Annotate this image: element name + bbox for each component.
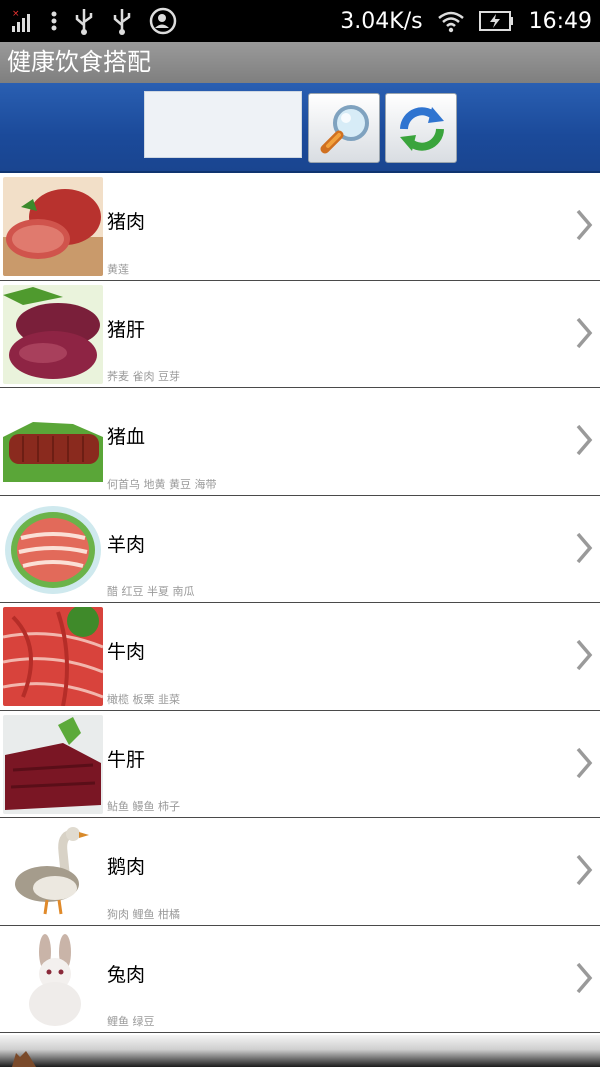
food-name: 兔肉 [107, 963, 146, 986]
clock: 16:49 [528, 8, 592, 34]
partial-food-image [12, 1051, 36, 1067]
refresh-button[interactable] [385, 93, 457, 163]
signal-icon: × [12, 9, 30, 32]
usb-icon [75, 9, 93, 35]
food-name: 牛肉 [107, 641, 146, 663]
chevron-right-icon [576, 209, 593, 241]
beef-liver-image [3, 714, 103, 814]
chevron-right-icon [576, 639, 593, 671]
search-input[interactable] [144, 91, 302, 158]
food-name: 猪血 [107, 426, 146, 448]
pork-image [3, 177, 103, 276]
chevron-right-icon [576, 532, 593, 563]
magnifier-icon [320, 105, 369, 154]
menu-dots-icon [51, 11, 57, 31]
food-pairings: 黄莲 [107, 262, 129, 276]
status-left-icons: × [10, 4, 178, 38]
battery-charging-icon [478, 11, 513, 31]
status-right: 3.04K/s 16:49 [340, 4, 592, 38]
beef-image [3, 607, 103, 706]
network-speed: 3.04K/s [340, 8, 423, 34]
food-pairings: 鲤鱼 绿豆 [107, 1015, 155, 1028]
food-name: 牛肝 [107, 748, 146, 771]
food-pairings: 鲇鱼 鳗鱼 柿子 [107, 800, 180, 813]
list-item[interactable]: 猪血 何首乌 地黄 黄豆 海带 [0, 388, 600, 496]
list-item[interactable]: 兔肉 鲤鱼 绿豆 [0, 925, 600, 1033]
chevron-right-icon [576, 854, 593, 886]
search-button[interactable] [308, 93, 380, 163]
rabbit-image [3, 929, 103, 1029]
account-sync-icon [149, 7, 177, 35]
food-name: 猪肝 [107, 318, 146, 341]
pork-liver-image [3, 284, 103, 384]
food-name: 猪肉 [107, 211, 146, 233]
list-item[interactable]: 猪肉 黄莲 [0, 173, 600, 281]
chevron-right-icon [576, 747, 593, 778]
food-pairings: 橄榄 板栗 韭菜 [107, 692, 180, 706]
food-pairings: 何首乌 地黄 黄豆 海带 [107, 477, 217, 491]
list-bottom-fade [0, 1035, 600, 1067]
wifi-icon [437, 11, 464, 33]
list-item[interactable]: 猪肝 荞麦 雀肉 豆芽 [0, 280, 600, 388]
food-pairings: 狗肉 鲤鱼 柑橘 [107, 907, 180, 921]
goose-image [3, 822, 103, 921]
usb-icon [113, 9, 131, 35]
food-name: 羊肉 [107, 533, 146, 556]
refresh-icon [400, 107, 444, 151]
food-list: 猪肉 黄莲 猪肝 荞麦 雀肉 豆芽 猪血 何首乌 地黄 黄豆 海带 羊肉 醋 红… [0, 173, 600, 1033]
list-item[interactable]: 牛肝 鲇鱼 鳗鱼 柿子 [0, 710, 600, 818]
status-bar: × 3.04K/s 16:49 [0, 0, 600, 42]
food-pairings: 醋 红豆 半夏 南瓜 [107, 585, 195, 598]
app-title: 健康饮食搭配 [0, 42, 600, 83]
list-item[interactable]: 鹅肉 狗肉 鲤鱼 柑橘 [0, 818, 600, 926]
chevron-right-icon [576, 962, 593, 993]
food-name: 鹅肉 [107, 856, 146, 878]
pork-blood-image [3, 392, 103, 491]
mutton-image [3, 499, 103, 599]
food-pairings: 荞麦 雀肉 豆芽 [107, 370, 180, 383]
chevron-right-icon [576, 424, 593, 456]
search-toolbar [0, 83, 600, 173]
list-item[interactable]: 羊肉 醋 红豆 半夏 南瓜 [0, 495, 600, 603]
list-item[interactable]: 牛肉 橄榄 板栗 韭菜 [0, 603, 600, 711]
chevron-right-icon [576, 317, 593, 348]
svg-text:×: × [12, 9, 20, 19]
